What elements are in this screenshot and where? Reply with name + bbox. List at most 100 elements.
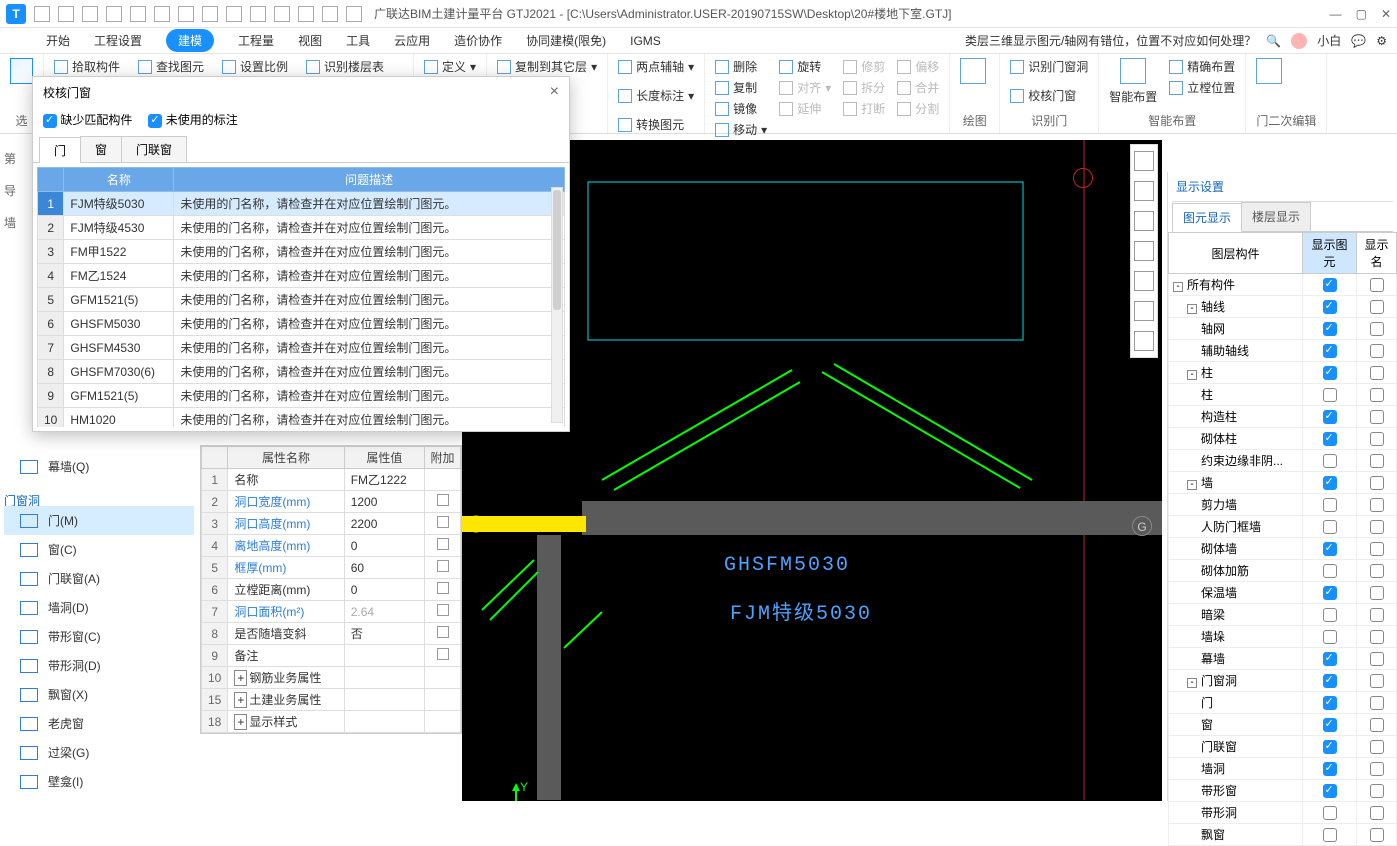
display-row[interactable]: 砌体墙 (1169, 538, 1397, 560)
dialog-row[interactable]: 3FM甲1522未使用的门名称，请检查并在对应位置绘制门图元。 (38, 240, 565, 264)
property-table[interactable]: 属性名称 属性值 附加 1名称FM乙12222洞口宽度(mm)12003洞口高度… (200, 445, 462, 734)
display-row[interactable]: 辅助轴线 (1169, 340, 1397, 362)
display-row[interactable]: -轴线 (1169, 296, 1397, 318)
property-row[interactable]: 1名称FM乙1222 (202, 469, 461, 491)
display-row[interactable]: -墙 (1169, 472, 1397, 494)
dialog-row[interactable]: 6GHSFM5030未使用的门名称，请检查并在对应位置绘制门图元。 (38, 312, 565, 336)
qat-icon[interactable] (322, 6, 338, 22)
display-row[interactable]: 构造柱 (1169, 406, 1397, 428)
dialog-tab[interactable]: 门 (39, 137, 81, 163)
menu-3[interactable]: 工程量 (238, 32, 274, 49)
qat-icon[interactable] (58, 6, 74, 22)
vp-tool-icon[interactable] (1134, 241, 1154, 261)
property-row[interactable]: 7洞口面积(m²)2.64 (202, 601, 461, 623)
dialog-row[interactable]: 8GHSFM7030(6)未使用的门名称，请检查并在对应位置绘制门图元。 (38, 360, 565, 384)
chat-icon[interactable]: 💬 (1351, 34, 1366, 48)
rotate[interactable]: 旋转 (779, 58, 831, 75)
dialog-row[interactable]: 10HM1020未使用的门名称，请检查并在对应位置绘制门图元。 (38, 408, 565, 428)
display-row[interactable]: 窗 (1169, 714, 1397, 736)
tree-item[interactable]: 过梁(G) (4, 738, 194, 767)
dialog-row[interactable]: 9GFM1521(5)未使用的门名称，请检查并在对应位置绘制门图元。 (38, 384, 565, 408)
display-row[interactable]: 人防门框墙 (1169, 516, 1397, 538)
property-row[interactable]: 4离地高度(mm)0 (202, 535, 461, 557)
frame-position[interactable]: 立樘位置 (1169, 79, 1235, 96)
display-row[interactable]: 柱 (1169, 384, 1397, 406)
tree-item[interactable]: 老虎窗 (4, 709, 194, 738)
vp-tool-icon[interactable] (1134, 301, 1154, 321)
dialog-row[interactable]: 1FJM特级5030未使用的门名称，请检查并在对应位置绘制门图元。 (38, 192, 565, 216)
display-tab[interactable]: 图元显示 (1172, 203, 1242, 232)
qat-icon[interactable] (34, 6, 50, 22)
display-row[interactable]: 轴网 (1169, 318, 1397, 340)
display-row[interactable]: 砌体加筋 (1169, 560, 1397, 582)
property-row[interactable]: 2洞口宽度(mm)1200 (202, 491, 461, 513)
col-show-name[interactable]: 显示名 (1357, 233, 1397, 274)
col-component[interactable]: 图层构件 (1169, 233, 1303, 274)
select-tool-icon[interactable] (10, 58, 33, 84)
precise-layout[interactable]: 精确布置 (1169, 58, 1235, 75)
qat-icon[interactable] (202, 6, 218, 22)
check-door-window-dialog[interactable]: 校核门窗 × 缺少匹配构件 未使用的标注 门窗门联窗 名称 问题描述 1FJM特… (32, 76, 570, 432)
vp-tool-icon[interactable] (1134, 151, 1154, 171)
identify-door-window[interactable]: 识别门窗洞 (1010, 58, 1088, 75)
split[interactable]: 打断 (843, 100, 885, 117)
opt-missing-match[interactable]: 缺少匹配构件 (43, 111, 132, 128)
property-row[interactable]: 5框厚(mm)60 (202, 557, 461, 579)
display-row[interactable]: 剪力墙 (1169, 494, 1397, 516)
length-label[interactable]: 长度标注 ▾ (618, 87, 694, 104)
door-secondary-edit-icon[interactable] (1256, 58, 1282, 84)
display-row[interactable]: 暗梁 (1169, 604, 1397, 626)
smart-layout-icon[interactable] (1120, 58, 1146, 84)
convert-element[interactable]: 转换图元 (618, 116, 684, 133)
menu-1[interactable]: 工程设置 (94, 32, 142, 49)
viewport-toolbar[interactable] (1130, 144, 1158, 358)
property-row[interactable]: 8是否随墙变斜否 (202, 623, 461, 645)
menu-9[interactable]: IGMS (630, 34, 661, 48)
qat-icon[interactable] (346, 6, 362, 22)
dialog-tab[interactable]: 窗 (80, 136, 122, 162)
user-name[interactable]: 小白 (1317, 32, 1341, 49)
merge[interactable]: 合并 (897, 79, 939, 96)
close-button[interactable]: ✕ (1381, 7, 1391, 21)
display-tab[interactable]: 楼层显示 (1241, 202, 1311, 231)
dialog-scrollbar[interactable] (551, 187, 563, 423)
delete[interactable]: 删除 (715, 58, 767, 75)
property-row[interactable]: 6立樘距离(mm)0 (202, 579, 461, 601)
display-row[interactable]: 幕墙 (1169, 648, 1397, 670)
trim[interactable]: 修剪 (843, 58, 885, 75)
break[interactable]: 拆分 (843, 79, 885, 96)
display-row[interactable]: -柱 (1169, 362, 1397, 384)
qat-icon[interactable] (82, 6, 98, 22)
qat-icon[interactable] (298, 6, 314, 22)
display-row[interactable]: -门窗洞 (1169, 670, 1397, 692)
copy-to-other-floor[interactable]: 复制到其它层 ▾ (497, 58, 597, 75)
menu-6[interactable]: 云应用 (394, 32, 430, 49)
property-row[interactable]: 9备注 (202, 645, 461, 667)
dialog-tab[interactable]: 门联窗 (121, 136, 187, 162)
extend[interactable]: 延伸 (779, 100, 831, 117)
property-row[interactable]: 18+显示样式 (202, 711, 461, 733)
vp-tool-icon[interactable] (1134, 211, 1154, 231)
define[interactable]: 定义 ▾ (424, 58, 476, 75)
maximize-button[interactable]: ▢ (1356, 7, 1367, 21)
menu-7[interactable]: 造价协作 (454, 32, 502, 49)
vp-tool-icon[interactable] (1134, 181, 1154, 201)
align[interactable]: 对齐 ▾ (779, 79, 831, 96)
divide[interactable]: 分割 (897, 100, 939, 117)
display-row[interactable]: -所有构件 (1169, 274, 1397, 296)
pick-component[interactable]: 拾取构件 (54, 58, 120, 75)
settings-icon[interactable]: ⚙ (1376, 34, 1387, 48)
qat-icon[interactable] (130, 6, 146, 22)
mirror[interactable]: 镜像 (715, 100, 767, 117)
property-row[interactable]: 3洞口高度(mm)2200 (202, 513, 461, 535)
menu-4[interactable]: 视图 (298, 32, 322, 49)
menu-0[interactable]: 开始 (46, 32, 70, 49)
qat-icon[interactable] (226, 6, 242, 22)
copy[interactable]: 复制 (715, 79, 767, 96)
vp-tool-icon[interactable] (1134, 271, 1154, 291)
display-row[interactable]: 带形洞 (1169, 802, 1397, 824)
display-row[interactable]: 门 (1169, 692, 1397, 714)
vp-tool-icon[interactable] (1134, 331, 1154, 351)
opt-unused-label[interactable]: 未使用的标注 (148, 111, 237, 128)
dialog-row[interactable]: 7GHSFM4530未使用的门名称，请检查并在对应位置绘制门图元。 (38, 336, 565, 360)
